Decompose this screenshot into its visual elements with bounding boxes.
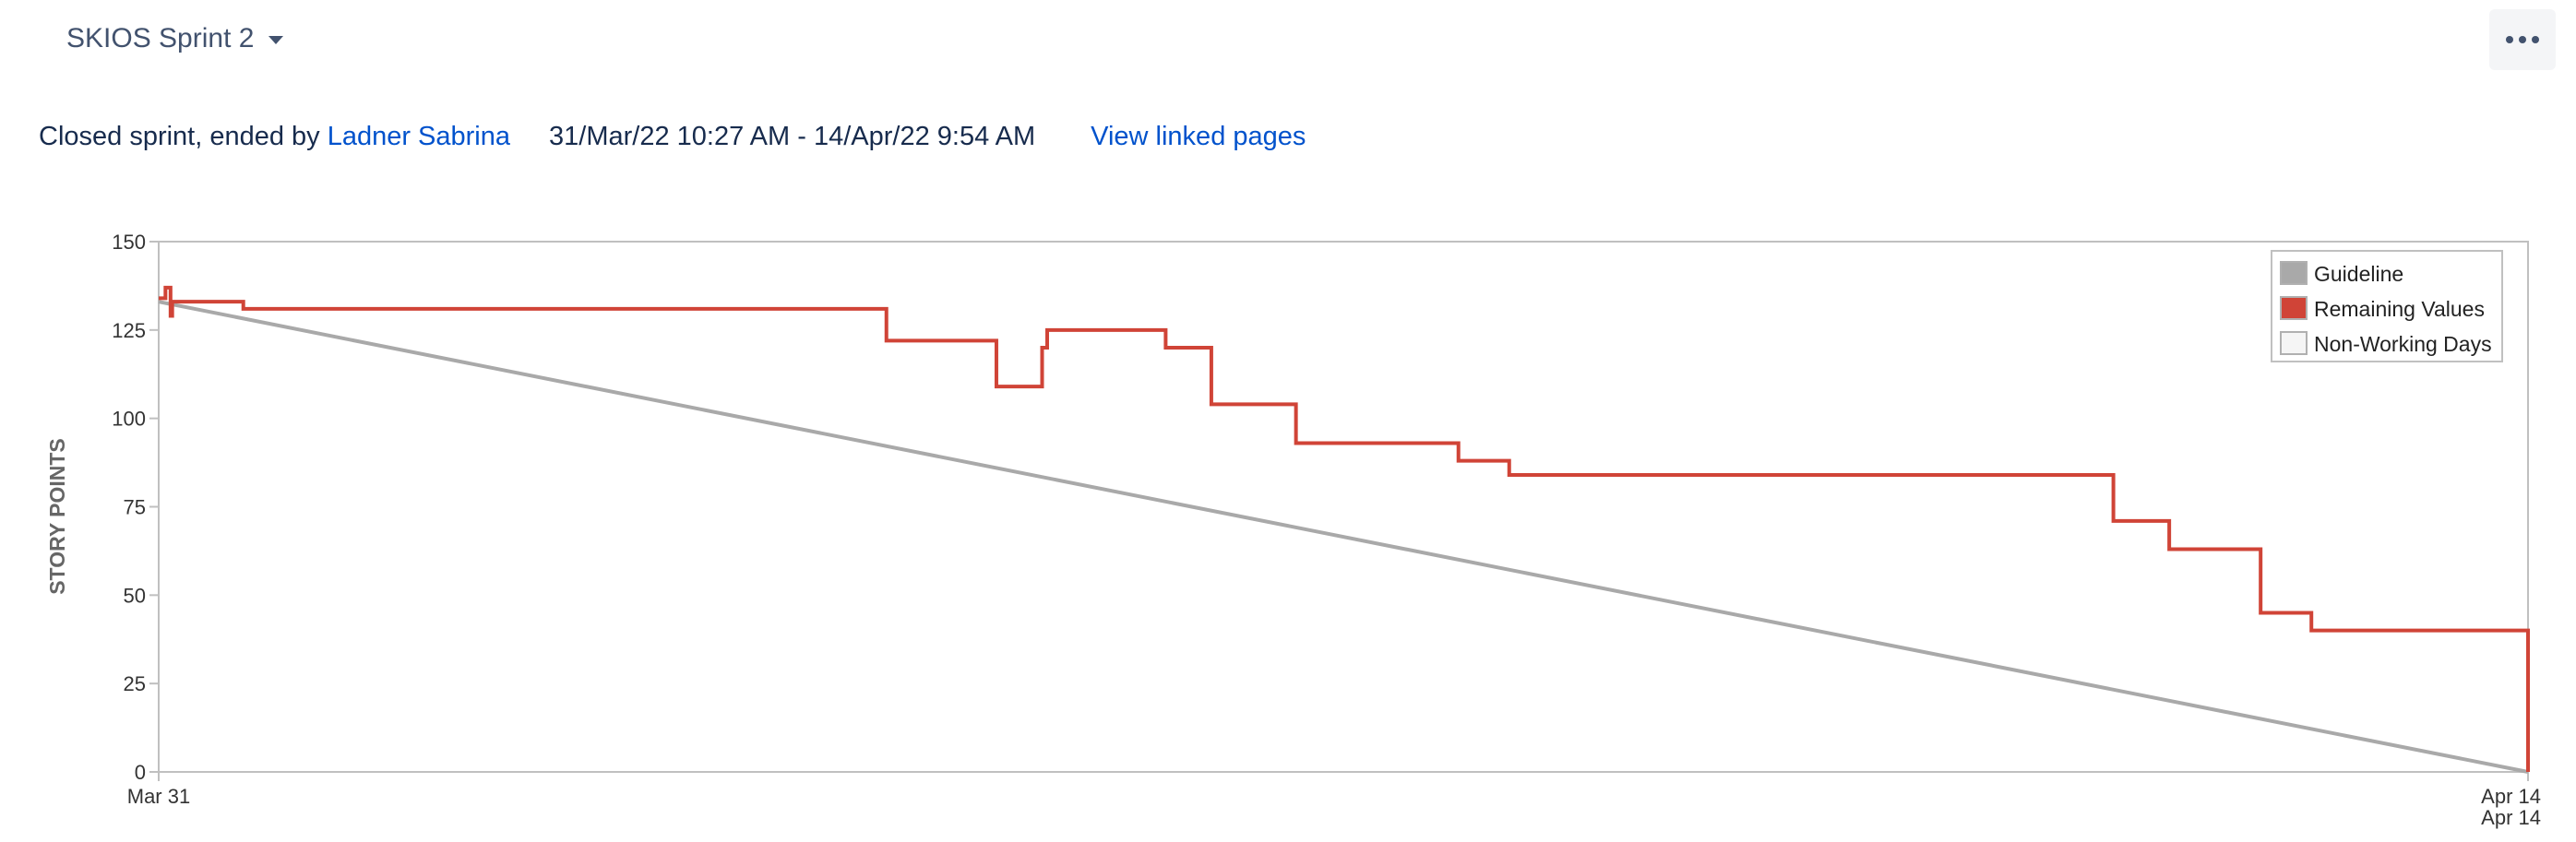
legend-label: Non-Working Days xyxy=(2314,332,2492,356)
y-tick-label: 125 xyxy=(112,319,146,342)
y-tick-label: 50 xyxy=(124,584,146,607)
y-tick-label: 25 xyxy=(124,672,146,695)
y-axis-label: STORY POINTS xyxy=(45,438,69,595)
guideline-line xyxy=(158,300,2529,774)
plot-area xyxy=(158,241,2529,773)
y-tick-label: 150 xyxy=(112,231,146,254)
burndown-chart: STORY POINTS 0 25 50 75 100 125 150 Mar 31 Apr 1… xyxy=(0,0,2576,837)
legend-label: Remaining Values xyxy=(2314,297,2485,321)
chart-svg: STORY POINTS 0 25 50 75 100 125 150 Mar 31 Apr 1… xyxy=(45,231,2541,829)
y-tick-label: 75 xyxy=(124,496,146,519)
y-tick-label: 0 xyxy=(135,761,146,784)
x-tick-label: Mar 31 xyxy=(127,785,190,808)
legend-swatch xyxy=(2280,261,2308,285)
legend-swatch xyxy=(2280,331,2308,355)
legend-label: Guideline xyxy=(2314,262,2403,286)
x-tick-label: Apr 14 xyxy=(2481,785,2541,808)
x-tick-label-extra: Apr 14 xyxy=(2481,806,2541,829)
chart-legend: Guideline Remaining Values Non-Working Day… xyxy=(2271,250,2503,362)
y-tick-label: 100 xyxy=(112,408,146,431)
legend-swatch xyxy=(2280,296,2308,320)
remaining-values-line xyxy=(159,285,2530,772)
